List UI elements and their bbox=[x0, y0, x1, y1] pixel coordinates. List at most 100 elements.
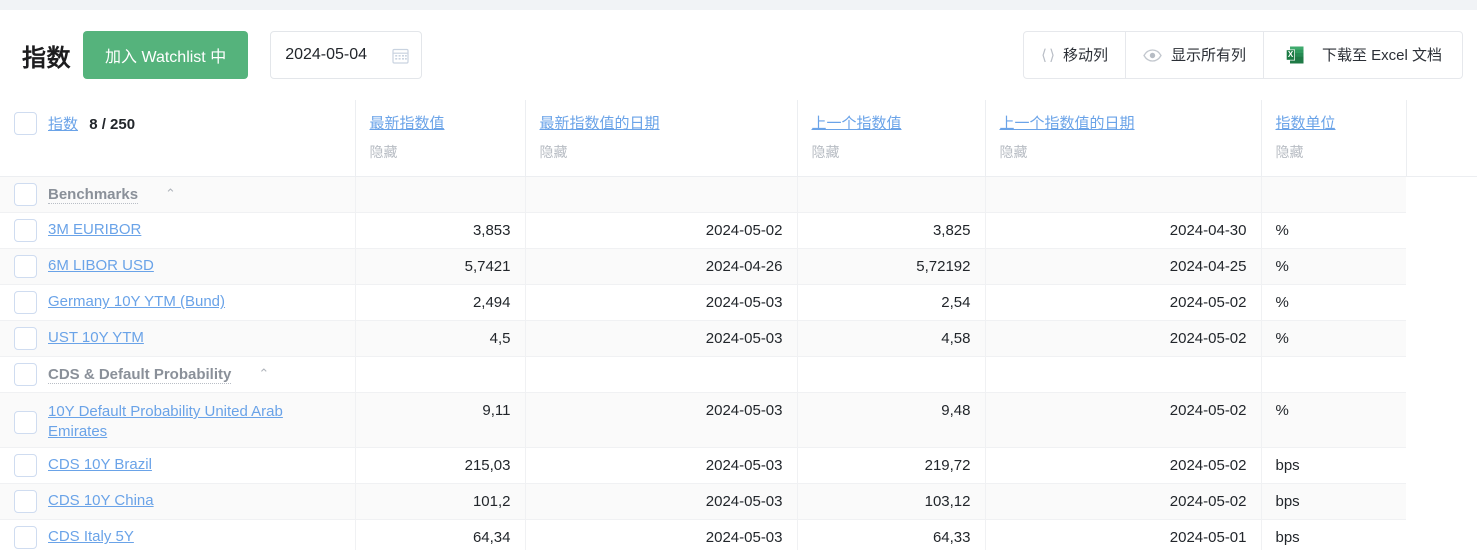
calendar-icon[interactable] bbox=[392, 47, 409, 64]
cell-previous-value bbox=[796, 356, 985, 393]
cell-unit: bps bbox=[1260, 447, 1406, 484]
row-checkbox[interactable] bbox=[14, 363, 37, 386]
show-all-columns-button[interactable]: 显示所有列 bbox=[1125, 31, 1264, 79]
cell-name: Germany 10Y YTM (Bund) bbox=[0, 284, 355, 321]
col-header-name-link[interactable]: 指数 bbox=[48, 113, 78, 134]
date-picker[interactable]: 2024-05-04 bbox=[270, 31, 423, 79]
cell-spacer bbox=[1406, 483, 1477, 520]
col-header-previous-date-hide[interactable]: 隐藏 bbox=[1000, 142, 1247, 162]
table-row[interactable]: CDS 10Y Brazil 215,03 2024-05-03 219,72 2024… bbox=[0, 447, 1477, 484]
move-columns-button[interactable]: ⟨ ⟩ 移动列 bbox=[1023, 31, 1126, 79]
col-header-spacer bbox=[1405, 100, 1477, 177]
row-checkbox[interactable] bbox=[14, 327, 37, 350]
indices-table-container[interactable]: 指数 8 / 250 最新指数值 隐藏 最新指数值的日期 隐藏 上一个指数值 隐… bbox=[0, 100, 1477, 550]
toolbar-button-group: ⟨ ⟩ 移动列 显示所有列 X 下载至 Excel 文档 bbox=[1023, 31, 1463, 79]
col-header-latest-value-hide[interactable]: 隐藏 bbox=[370, 142, 511, 162]
table-row[interactable]: UST 10Y YTM 4,5 2024-05-03 4,58 2024-05-02% bbox=[0, 320, 1477, 357]
col-header-latest-date-hide[interactable]: 隐藏 bbox=[540, 142, 783, 162]
chevron-up-icon[interactable]: ⌃ bbox=[258, 366, 269, 382]
group-label[interactable]: Benchmarks bbox=[48, 186, 139, 204]
table-row[interactable]: CDS 10Y China 101,2 2024-05-03 103,12 2024-0… bbox=[0, 483, 1477, 520]
cell-latest-value: 5,7421 bbox=[354, 248, 525, 285]
cell-name: CDS 10Y China bbox=[0, 483, 355, 520]
row-checkbox[interactable] bbox=[14, 219, 37, 242]
cell-unit: % bbox=[1260, 212, 1406, 249]
table-row[interactable]: Germany 10Y YTM (Bund) 2,494 2024-05-03 2,5… bbox=[0, 284, 1477, 321]
table-body: Benchmarks ⌃ 3M EURIBOR 3,853 2024-05-02 3,82… bbox=[0, 176, 1477, 550]
table-header-row: 指数 8 / 250 最新指数值 隐藏 最新指数值的日期 隐藏 上一个指数值 隐… bbox=[0, 100, 1477, 177]
row-name-link[interactable]: UST 10Y YTM bbox=[48, 328, 144, 348]
cell-unit: % bbox=[1260, 392, 1406, 448]
cell-spacer bbox=[1406, 392, 1477, 448]
select-all-checkbox[interactable] bbox=[14, 112, 37, 135]
cell-spacer bbox=[1406, 519, 1477, 550]
page-toolbar: 指数 加入 Watchlist 中 2024-05-04 ⟨ ⟩ 移动列 显示所… bbox=[0, 10, 1477, 100]
cell-previous-date: 2024-05-01 bbox=[984, 519, 1261, 550]
row-checkbox[interactable] bbox=[14, 410, 37, 434]
table-row[interactable]: 10Y Default Probability United Arab Emir… bbox=[0, 392, 1477, 448]
move-columns-icon: ⟨ ⟩ bbox=[1041, 47, 1055, 64]
window-top-strip bbox=[0, 0, 1477, 10]
cell-latest-value: 2,494 bbox=[354, 284, 525, 321]
move-columns-label: 移动列 bbox=[1062, 46, 1108, 64]
cell-previous-date bbox=[984, 176, 1261, 213]
row-checkbox[interactable] bbox=[14, 255, 37, 278]
cell-latest-date bbox=[524, 356, 797, 393]
col-header-latest-value-link[interactable]: 最新指数值 bbox=[370, 112, 445, 133]
col-header-latest-date-link[interactable]: 最新指数值的日期 bbox=[540, 112, 660, 133]
cell-latest-date: 2024-05-02 bbox=[524, 212, 797, 249]
row-checkbox[interactable] bbox=[14, 454, 37, 477]
group-label[interactable]: CDS & Default Probability bbox=[48, 366, 232, 384]
cell-spacer bbox=[1406, 176, 1477, 213]
cell-latest-value: 4,5 bbox=[354, 320, 525, 357]
col-header-previous-date-link[interactable]: 上一个指数值的日期 bbox=[1000, 112, 1135, 133]
cell-name: 10Y Default Probability United Arab Emir… bbox=[0, 392, 355, 448]
cell-spacer bbox=[1406, 212, 1477, 249]
table-row[interactable]: CDS Italy 5Y 64,34 2024-05-03 64,33 2024-05-… bbox=[0, 519, 1477, 550]
col-header-previous-date: 上一个指数值的日期 隐藏 bbox=[984, 100, 1261, 177]
table-group-row[interactable]: Benchmarks ⌃ bbox=[0, 176, 1477, 213]
row-checkbox[interactable] bbox=[14, 291, 37, 314]
table-row[interactable]: 6M LIBOR USD 5,7421 2024-04-26 5,72192 2024-… bbox=[0, 248, 1477, 285]
cell-previous-value: 2,54 bbox=[796, 284, 985, 321]
row-name-link[interactable]: CDS 10Y China bbox=[48, 491, 154, 511]
cell-latest-date: 2024-05-03 bbox=[524, 483, 797, 520]
row-name-link[interactable]: 10Y Default Probability United Arab Emir… bbox=[48, 402, 341, 443]
cell-spacer bbox=[1406, 320, 1477, 357]
cell-latest-value: 215,03 bbox=[354, 447, 525, 484]
row-name-link[interactable]: Germany 10Y YTM (Bund) bbox=[48, 292, 225, 312]
row-name-link[interactable]: 3M EURIBOR bbox=[48, 220, 141, 240]
cell-previous-value: 4,58 bbox=[796, 320, 985, 357]
show-all-columns-label: 显示所有列 bbox=[1170, 46, 1246, 64]
row-name-link[interactable]: 6M LIBOR USD bbox=[48, 256, 154, 276]
cell-latest-date: 2024-05-03 bbox=[524, 320, 797, 357]
col-header-unit-hide[interactable]: 隐藏 bbox=[1276, 142, 1392, 162]
cell-name: 6M LIBOR USD bbox=[0, 248, 355, 285]
chevron-up-icon[interactable]: ⌃ bbox=[165, 186, 176, 202]
row-name-link[interactable]: CDS 10Y Brazil bbox=[48, 455, 152, 475]
col-header-unit-link[interactable]: 指数单位 bbox=[1276, 112, 1336, 133]
cell-previous-value: 64,33 bbox=[796, 519, 985, 550]
col-header-previous-value-link[interactable]: 上一个指数值 bbox=[812, 112, 902, 133]
cell-unit bbox=[1260, 356, 1406, 393]
col-header-latest-value: 最新指数值 隐藏 bbox=[354, 100, 525, 177]
download-excel-button[interactable]: X 下载至 Excel 文档 bbox=[1263, 31, 1463, 79]
col-header-previous-value-hide[interactable]: 隐藏 bbox=[812, 142, 971, 162]
row-checkbox[interactable] bbox=[14, 183, 37, 206]
cell-latest-date: 2024-04-26 bbox=[524, 248, 797, 285]
indices-table-page: 指数 加入 Watchlist 中 2024-05-04 ⟨ ⟩ 移动列 显示所… bbox=[0, 0, 1477, 550]
row-name-link[interactable]: CDS Italy 5Y bbox=[48, 527, 134, 547]
add-to-watchlist-button[interactable]: 加入 Watchlist 中 bbox=[83, 31, 249, 79]
cell-spacer bbox=[1406, 284, 1477, 321]
row-checkbox[interactable] bbox=[14, 526, 37, 549]
row-checkbox[interactable] bbox=[14, 490, 37, 513]
col-header-unit: 指数单位 隐藏 bbox=[1260, 100, 1406, 177]
svg-text:X: X bbox=[1288, 50, 1294, 59]
cell-previous-date: 2024-05-02 bbox=[984, 320, 1261, 357]
cell-latest-date: 2024-05-03 bbox=[524, 447, 797, 484]
table-row[interactable]: 3M EURIBOR 3,853 2024-05-02 3,825 2024-04-30… bbox=[0, 212, 1477, 249]
col-header-previous-value: 上一个指数值 隐藏 bbox=[796, 100, 985, 177]
table-group-row[interactable]: CDS & Default Probability ⌃ bbox=[0, 356, 1477, 393]
cell-latest-date bbox=[524, 176, 797, 213]
date-picker-value: 2024-05-04 bbox=[285, 46, 368, 63]
